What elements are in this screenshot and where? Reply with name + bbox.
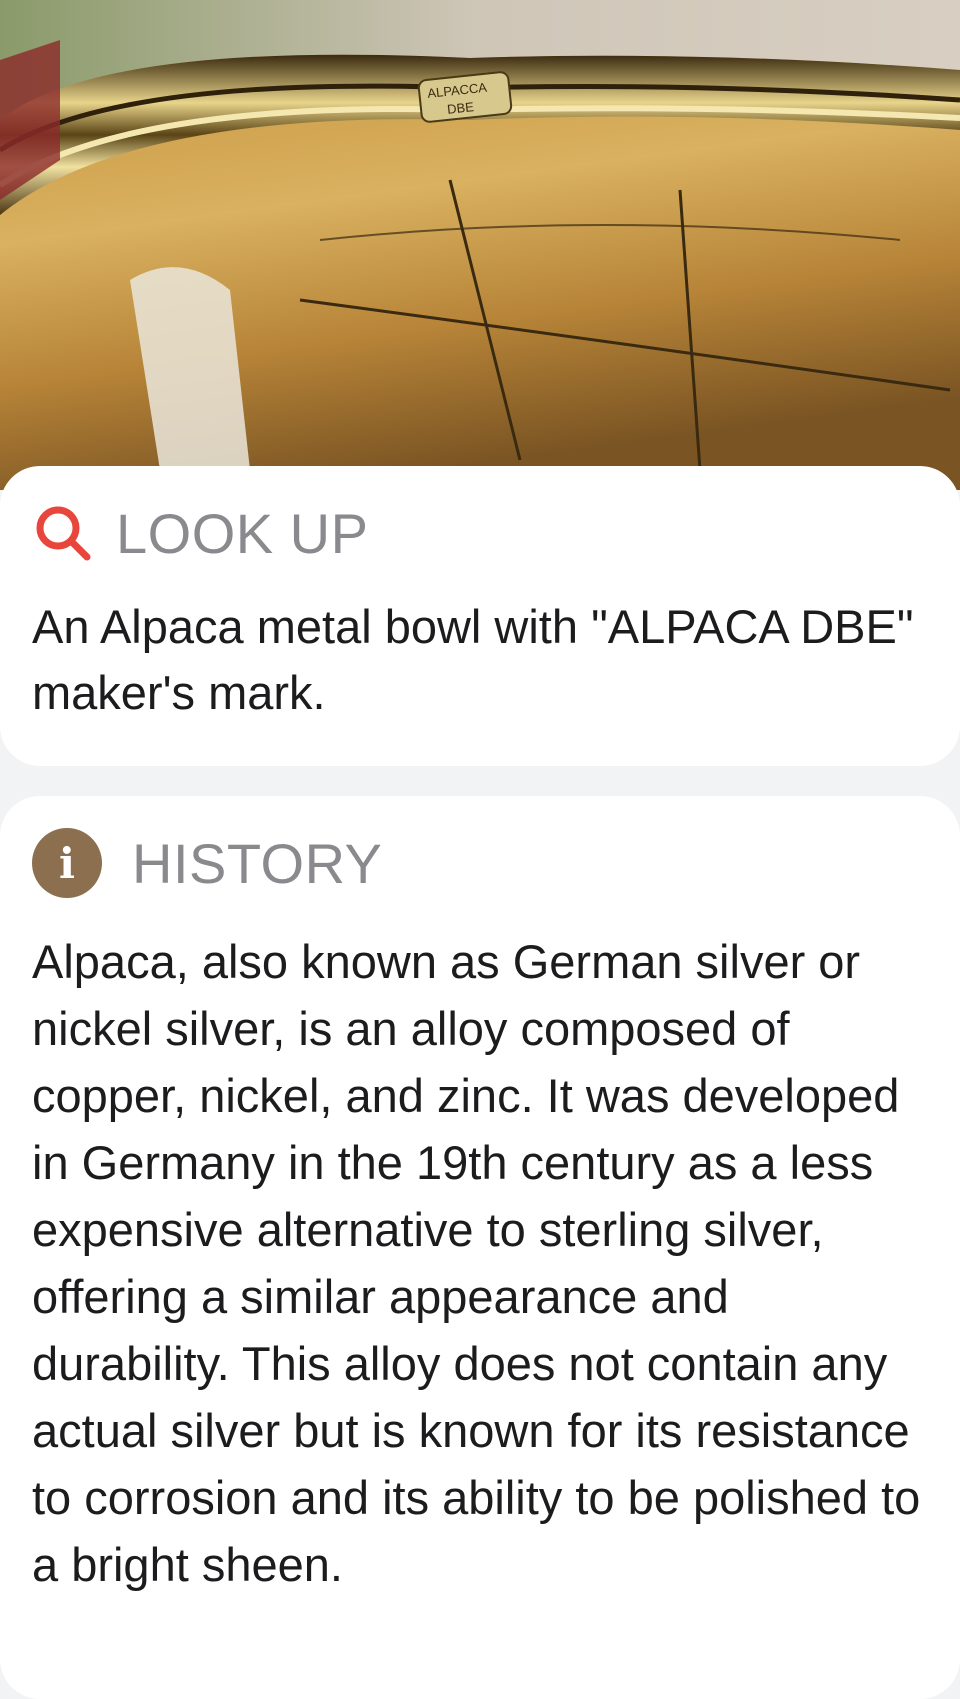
maker-stamp: ALPACCA DBE — [417, 71, 513, 123]
history-header: i HISTORY — [32, 828, 928, 898]
svg-text:DBE: DBE — [446, 99, 474, 117]
history-card: i HISTORY Alpaca, also known as German s… — [0, 796, 960, 1699]
info-icon-glyph: i — [59, 838, 75, 888]
history-title: HISTORY — [132, 831, 383, 895]
lookup-title: LOOK UP — [116, 501, 369, 565]
lookup-description: An Alpaca metal bowl with "ALPACA DBE" m… — [32, 600, 914, 719]
info-icon: i — [32, 828, 102, 898]
history-description: Alpaca, also known as German silver or n… — [32, 935, 921, 1591]
bowl-image: ALPACCA DBE — [0, 0, 960, 490]
item-photo: ALPACCA DBE — [0, 0, 960, 490]
lookup-card: LOOK UP An Alpaca metal bowl with "ALPAC… — [0, 466, 960, 766]
search-icon — [36, 506, 91, 561]
lookup-header: LOOK UP — [32, 498, 928, 568]
